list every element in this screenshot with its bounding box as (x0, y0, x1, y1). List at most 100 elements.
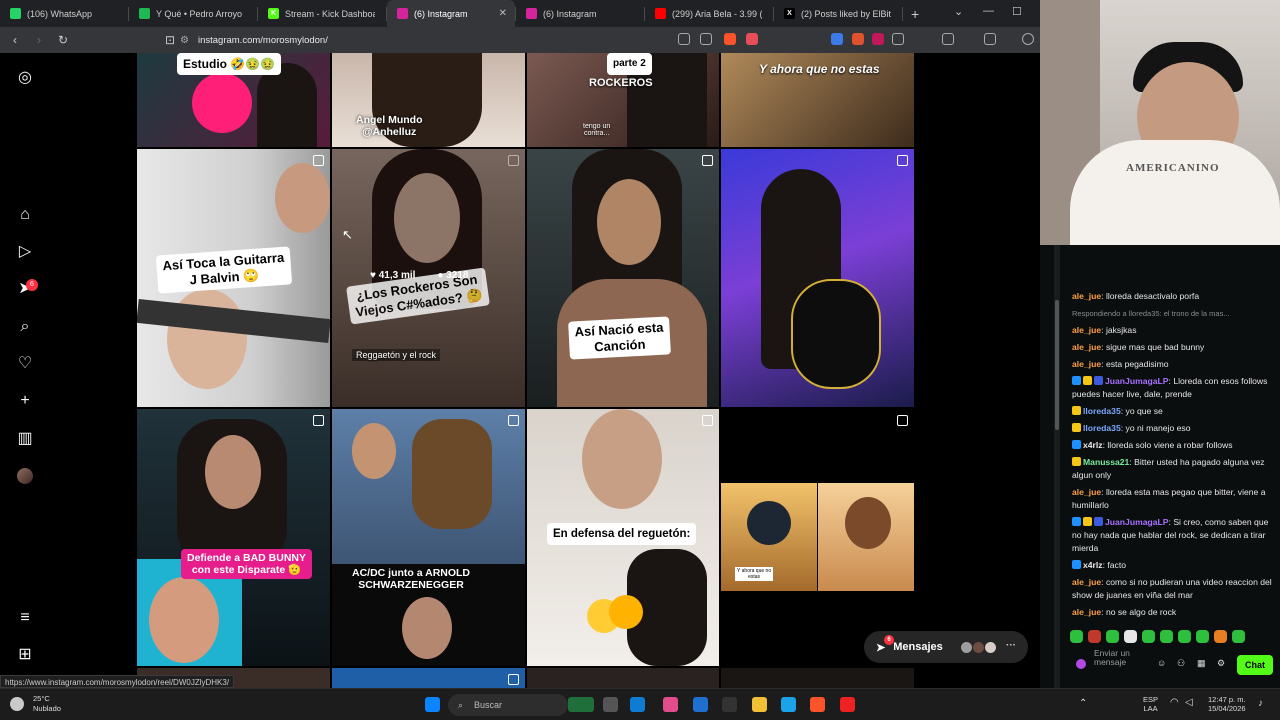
browser-tab[interactable]: (106) WhatsApp (0, 0, 128, 27)
emoji-icon[interactable]: ☺ (1157, 658, 1166, 668)
extension-icon[interactable] (852, 33, 864, 45)
share-icon[interactable] (700, 33, 712, 45)
also-from-meta-icon[interactable]: ⊞ (16, 646, 34, 664)
chat-username[interactable]: ale_jue (1072, 342, 1101, 352)
post-tile[interactable]: Y ahora que no estas (721, 409, 914, 666)
extension-icon[interactable] (872, 33, 884, 45)
chat-username[interactable]: lloreda35 (1083, 406, 1121, 416)
browser-tab[interactable]: X (2) Posts liked by ElBitterX (774, 0, 902, 27)
task-view-icon[interactable] (603, 697, 618, 712)
browser-tab[interactable]: Y Qué • Pedro Arroyo (129, 0, 257, 27)
url-bar[interactable]: ⚙ instagram.com/morosmylodon/ (180, 31, 650, 49)
more-menu-icon[interactable]: ≡ (16, 609, 34, 627)
site-info-icon[interactable]: ⚙ (180, 35, 189, 46)
language-indicator[interactable]: ESP LAA (1143, 695, 1158, 713)
notifications-heart-icon[interactable]: ♡ (16, 355, 34, 373)
mail-icon[interactable] (630, 697, 645, 712)
emote-icon[interactable] (1178, 630, 1191, 643)
file-explorer-icon[interactable] (752, 697, 767, 712)
chat-username[interactable]: ale_jue (1072, 359, 1101, 369)
vpn-icon[interactable] (1022, 33, 1034, 45)
cast-icon[interactable] (678, 33, 690, 45)
brave-shields-icon[interactable] (724, 33, 736, 45)
app-icon[interactable] (840, 697, 855, 712)
brave-rewards-icon[interactable] (746, 33, 758, 45)
post-tile[interactable]: Estudio 🤣🤢🤢 (137, 53, 330, 147)
chat-input[interactable]: Enviar un mensaje (1076, 649, 1160, 679)
post-tile[interactable]: parte 2 ROCKEROS tengo un contra... (527, 53, 719, 147)
emote-icon[interactable] (1142, 630, 1155, 643)
terminal-icon[interactable] (722, 697, 737, 712)
more-icon[interactable]: ··· (1006, 640, 1016, 651)
browser-tab[interactable]: K Stream - Kick Dashboard (258, 0, 386, 27)
translate-extension-icon[interactable] (831, 33, 843, 45)
chat-username[interactable]: x4rlz (1083, 560, 1103, 570)
emote-icon[interactable] (1232, 630, 1245, 643)
media-icon[interactable] (942, 33, 954, 45)
profile-avatar[interactable] (17, 468, 33, 484)
taskbar-search[interactable]: ⌕ Buscar (448, 694, 568, 716)
reload-icon[interactable]: ↻ (54, 33, 72, 47)
chat-username[interactable]: Manussa21 (1083, 457, 1129, 467)
messages-bar[interactable]: ➤ 6 Mensajes ··· (864, 631, 1028, 663)
emote-icon[interactable] (1196, 630, 1209, 643)
windows-start-icon[interactable] (425, 697, 440, 712)
browser-tab[interactable]: (6) Instagram ✕ (387, 0, 515, 27)
post-tile[interactable] (527, 668, 719, 688)
chat-username[interactable]: x4rlz (1083, 440, 1103, 450)
browser-tab[interactable]: (299) Aria Bela - 3.99 (Offic (645, 0, 773, 27)
store-app-icon[interactable] (693, 697, 708, 712)
chat-username[interactable]: JuanJumagaLP (1105, 517, 1169, 527)
settings-icon[interactable]: ⚙ (1217, 658, 1225, 669)
close-tab-icon[interactable]: ✕ (499, 8, 507, 19)
emote-icon[interactable] (1088, 630, 1101, 643)
emote-icon[interactable] (1124, 630, 1137, 643)
post-tile[interactable]: Así Toca la Guitarra J Balvin 🙄 (137, 149, 330, 407)
back-icon[interactable]: ‹ (6, 33, 24, 47)
post-tile[interactable] (721, 149, 914, 407)
wallet-icon[interactable] (984, 33, 996, 45)
wifi-icon[interactable]: ◠ (1170, 697, 1179, 708)
tab-search-chevron-icon[interactable]: ⌄ (954, 5, 963, 18)
notifications-bell-icon[interactable]: ♪ (1258, 698, 1263, 709)
minimize-icon[interactable]: — (983, 5, 994, 17)
emote-icon[interactable] (1106, 630, 1119, 643)
new-tab-icon[interactable]: + (911, 6, 919, 22)
dashboard-icon[interactable]: ▥ (16, 430, 34, 448)
store-icon[interactable]: ▦ (1197, 658, 1206, 669)
volume-icon[interactable]: ◁ (1185, 697, 1193, 708)
forward-icon[interactable]: › (30, 33, 48, 47)
create-icon[interactable]: + (16, 392, 34, 410)
users-icon[interactable]: ⚇ (1177, 658, 1185, 669)
widgets-icon[interactable] (568, 697, 594, 712)
chat-username[interactable]: ale_jue (1072, 325, 1101, 335)
chat-username[interactable]: ale_jue (1072, 577, 1101, 587)
maximize-icon[interactable]: ☐ (1012, 5, 1022, 18)
emote-icon[interactable] (1160, 630, 1173, 643)
post-tile[interactable] (332, 668, 525, 688)
tray-chevron-icon[interactable]: ⌃ (1079, 698, 1087, 709)
browser-tab[interactable]: (6) Instagram (516, 0, 644, 27)
brave-browser-icon[interactable] (810, 697, 825, 712)
emote-icon[interactable] (1070, 630, 1083, 643)
weather-widget[interactable]: 25°C Nublado (33, 694, 61, 714)
post-tile[interactable]: Así Nació esta Canción (527, 149, 719, 407)
chat-send-button[interactable]: Chat (1237, 655, 1273, 675)
extensions-puzzle-icon[interactable] (892, 33, 904, 45)
chat-username[interactable]: ale_jue (1072, 607, 1101, 617)
chat-username[interactable]: ale_jue (1072, 487, 1101, 497)
post-tile[interactable]: AC/DC junto a ARNOLD SCHWARZENEGGER (332, 409, 525, 666)
emote-icon[interactable] (1214, 630, 1227, 643)
edge-icon[interactable] (781, 697, 796, 712)
chat-username[interactable]: lloreda35 (1083, 423, 1121, 433)
instagram-logo-icon[interactable]: ◎ (16, 69, 34, 87)
post-tile[interactable]: Defiende a BAD BUNNY con este Disparate … (137, 409, 330, 666)
home-icon[interactable]: ⌂ (16, 206, 34, 224)
post-tile[interactable] (721, 668, 914, 688)
post-tile[interactable]: En defensa del reguetón: (527, 409, 719, 666)
reels-icon[interactable]: ▷ (16, 243, 34, 261)
copilot-icon[interactable] (663, 697, 678, 712)
chat-username[interactable]: ale_jue (1072, 291, 1101, 301)
weather-cloud-icon[interactable] (10, 697, 24, 711)
system-clock[interactable]: 12:47 p. m. 15/04/2026 (1208, 695, 1246, 713)
